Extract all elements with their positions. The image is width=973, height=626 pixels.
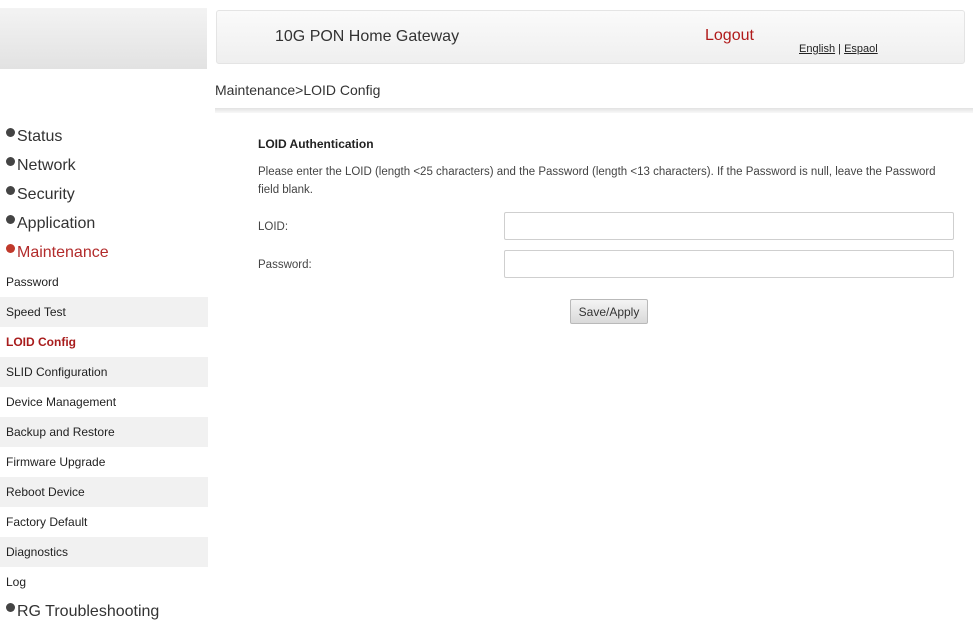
minus-bullet-icon bbox=[6, 244, 15, 253]
plus-bullet-icon bbox=[6, 186, 15, 195]
loid-input[interactable] bbox=[504, 212, 954, 240]
section-description: Please enter the LOID (length <25 charac… bbox=[258, 166, 936, 196]
sidebar-item-network[interactable]: Network bbox=[0, 151, 208, 180]
sidebar-item-security[interactable]: Security bbox=[0, 180, 208, 209]
sidebar-item-label: Status bbox=[17, 127, 63, 145]
sidebar-subitem-loid-config[interactable]: LOID Config bbox=[0, 327, 208, 357]
lang-english-link[interactable]: English bbox=[799, 43, 835, 55]
logout-link[interactable]: Logout bbox=[705, 27, 754, 45]
sidebar-subitem-firmware-upgrade[interactable]: Firmware Upgrade bbox=[0, 447, 208, 477]
sidebar-subitem-slid-configuration[interactable]: SLID Configuration bbox=[0, 357, 208, 387]
plus-bullet-icon bbox=[6, 215, 15, 224]
sidebar-item-label: Network bbox=[17, 156, 76, 174]
header-divider bbox=[215, 108, 973, 113]
password-input[interactable] bbox=[504, 250, 954, 278]
sidebar-item-label: Application bbox=[17, 214, 96, 232]
sidebar-subitem-speed-test[interactable]: Speed Test bbox=[0, 297, 208, 327]
loid-row: LOID: bbox=[258, 212, 958, 242]
plus-bullet-icon bbox=[6, 157, 15, 166]
sidebar-item-label: Security bbox=[17, 185, 75, 203]
sidebar-subitem-reboot-device[interactable]: Reboot Device bbox=[0, 477, 208, 507]
sidebar-subitem-log[interactable]: Log bbox=[0, 567, 208, 597]
sidebar-item-application[interactable]: Application bbox=[0, 209, 208, 238]
sidebar-subitem-factory-default[interactable]: Factory Default bbox=[0, 507, 208, 537]
sidebar-item-status[interactable]: Status bbox=[0, 122, 208, 151]
save-apply-button[interactable]: Save/Apply bbox=[570, 299, 648, 324]
sidebar-subitem-password[interactable]: Password bbox=[0, 267, 208, 297]
logo-area bbox=[0, 8, 207, 69]
header-bar: 10G PON Home Gateway Logout English | Es… bbox=[216, 10, 965, 64]
lang-separator: | bbox=[835, 43, 845, 55]
sidebar-subitem-device-management[interactable]: Device Management bbox=[0, 387, 208, 417]
breadcrumb: Maintenance>LOID Config bbox=[215, 82, 381, 98]
plus-bullet-icon bbox=[6, 128, 15, 137]
sidebar-subitem-backup-restore[interactable]: Backup and Restore bbox=[0, 417, 208, 447]
main-content: LOID Authentication Please enter the LOI… bbox=[258, 132, 958, 324]
sidebar-nav: Status Network Security Application Main… bbox=[0, 122, 208, 626]
password-label: Password: bbox=[258, 259, 312, 271]
gateway-title: 10G PON Home Gateway bbox=[275, 28, 460, 45]
section-title: LOID Authentication bbox=[258, 137, 374, 151]
language-switcher: English | Espaol bbox=[799, 43, 878, 55]
lang-spanish-link[interactable]: Espaol bbox=[844, 43, 878, 55]
sidebar-item-label: Maintenance bbox=[17, 243, 109, 261]
plus-bullet-icon bbox=[6, 603, 15, 612]
password-row: Password: bbox=[258, 250, 958, 280]
sidebar-subitem-diagnostics[interactable]: Diagnostics bbox=[0, 537, 208, 567]
loid-label: LOID: bbox=[258, 221, 289, 233]
sidebar-item-maintenance[interactable]: Maintenance bbox=[0, 238, 208, 267]
